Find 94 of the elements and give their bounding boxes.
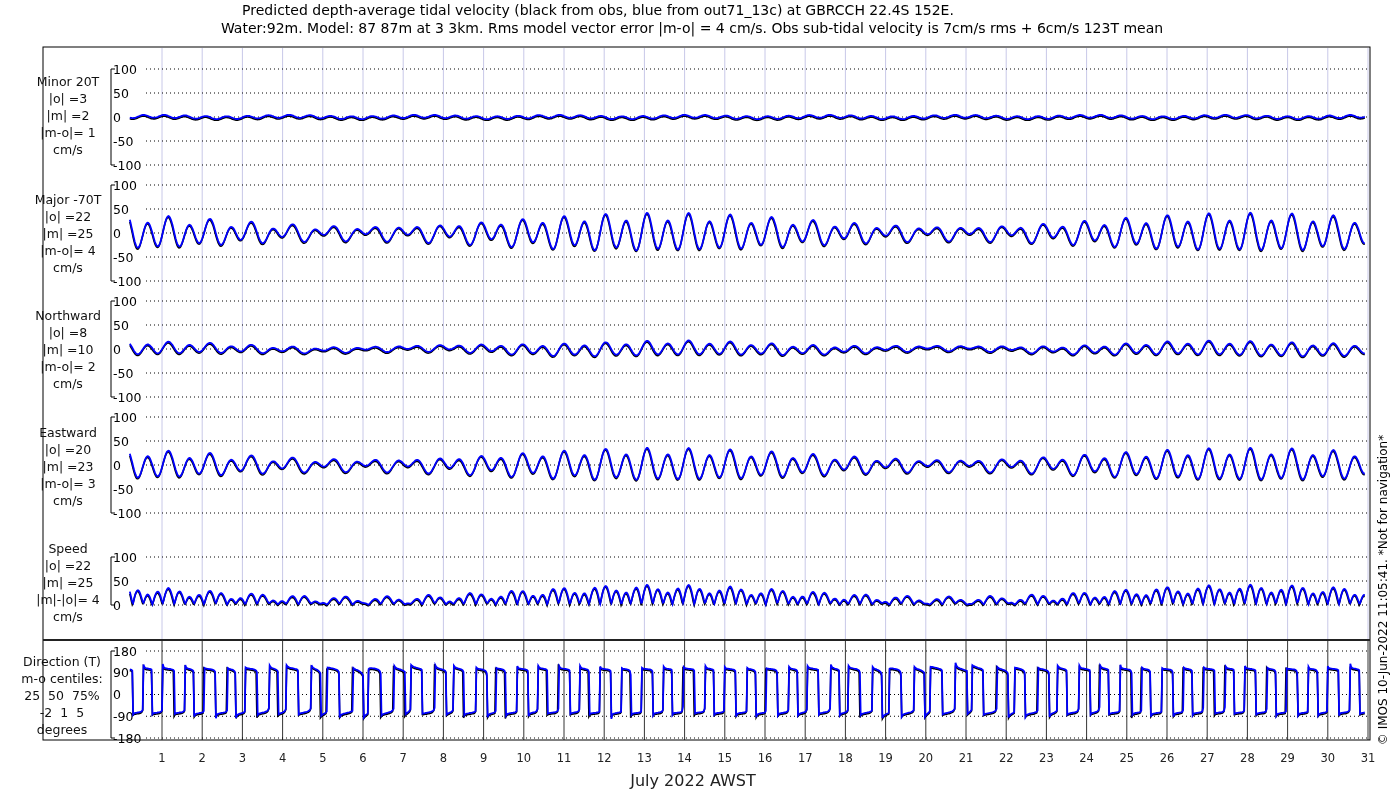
axis-label: |m-o|= 3 <box>40 476 96 491</box>
tick-label: 27 <box>1199 751 1215 765</box>
tick-label: -90 <box>113 708 134 724</box>
tick-label: -50 <box>113 249 134 265</box>
axis-label: |o| =22 <box>44 558 92 573</box>
tick-label: 90 <box>113 665 129 681</box>
axis-label: |m| =2 <box>46 108 90 123</box>
tick-label: 15 <box>717 751 733 765</box>
tick-label: 31 <box>1360 751 1376 765</box>
axis-label: |m| =25 <box>42 575 94 590</box>
tick-label: 10 <box>516 751 532 765</box>
tick-label: -180 <box>113 730 142 746</box>
tick-label: 1 <box>158 751 166 765</box>
axis-label: Eastward <box>39 425 97 440</box>
axis-label: |o| =20 <box>44 442 92 457</box>
tick-label: 3 <box>238 751 247 765</box>
axis-label: cm/s <box>53 376 83 391</box>
tick-label: 9 <box>479 751 488 765</box>
tick-label: 50 <box>113 433 129 449</box>
axis-label: cm/s <box>53 260 83 275</box>
tick-label: 50 <box>113 201 129 217</box>
tick-label: 20 <box>918 751 934 765</box>
tick-label: -100 <box>113 389 142 405</box>
tick-label: 21 <box>958 751 974 765</box>
tick-label: -100 <box>113 505 142 521</box>
tick-label: 29 <box>1280 751 1295 765</box>
chart-title: Predicted depth-average tidal velocity (black from obs, blue from out71_13c) at GBRCCH 22.4S 152E. <box>242 2 954 18</box>
tick-label: 22 <box>998 751 1014 765</box>
tick-label: 11 <box>556 751 572 765</box>
tick-label: 30 <box>1320 751 1336 765</box>
y-axis <box>110 556 116 606</box>
tick-label: 0 <box>113 597 121 613</box>
tick-label: 14 <box>677 751 692 765</box>
tick-label: 25 <box>1119 751 1135 765</box>
tick-label: 19 <box>878 751 893 765</box>
tick-label: 0 <box>113 225 121 241</box>
copyright-note: © IMOS 10-Jun-2022 11:05:41. *Not for navigation* <box>1376 434 1390 746</box>
tick-label: 17 <box>797 751 813 765</box>
tick-label: 12 <box>596 751 612 765</box>
axis-label: |o| =3 <box>48 91 88 106</box>
tick-label: -50 <box>113 481 134 497</box>
tick-label: 16 <box>757 751 773 765</box>
axis-label: Speed <box>48 541 88 556</box>
tick-label: 2 <box>198 751 206 765</box>
tick-label: 100 <box>113 293 137 309</box>
tick-label: 0 <box>113 457 121 473</box>
axis-label: 25 50 75% <box>24 688 100 703</box>
tick-label: 28 <box>1240 751 1255 765</box>
tick-label: 5 <box>319 751 327 765</box>
tick-label: -100 <box>113 157 142 173</box>
tick-label: -50 <box>113 365 134 381</box>
tick-label: 100 <box>113 177 137 193</box>
tick-label: 180 <box>113 643 137 659</box>
axis-label: cm/s <box>53 493 83 508</box>
tick-label: -50 <box>113 133 134 149</box>
tick-label: 100 <box>113 409 137 425</box>
tick-label: 50 <box>113 573 129 589</box>
axis-label: |m-o|= 4 <box>40 243 96 258</box>
chart-title: Water:92m. Model: 87 87m at 3 3km. Rms model vector error |m-o| = 4 cm/s. Obs sub-tidal velocity is 7cm/s rms + 6cm/s 123T mean <box>220 20 1164 36</box>
tick-label: 8 <box>439 751 448 765</box>
tick-label: 50 <box>113 317 129 333</box>
tick-label: 6 <box>359 751 367 765</box>
tick-label: 24 <box>1079 751 1094 765</box>
tick-label: 7 <box>399 751 407 765</box>
axis-label: cm/s <box>53 609 83 624</box>
tick-label: 26 <box>1159 751 1175 765</box>
axis-label: -2 1 5 <box>39 705 85 720</box>
axis-label: |o| =8 <box>48 325 88 340</box>
tick-label: 50 <box>113 85 129 101</box>
axis-label: degrees <box>36 722 88 737</box>
axis-label: m-o centiles: <box>21 671 103 686</box>
tick-label: 0 <box>113 109 121 125</box>
tick-label: 100 <box>113 549 137 565</box>
tick-label: 23 <box>1039 751 1054 765</box>
axis-label: |o| =22 <box>44 209 92 224</box>
tick-label: -100 <box>113 273 142 289</box>
axis-label: |m| =10 <box>42 342 94 357</box>
tick-label: 0 <box>113 341 121 357</box>
tick-label: 4 <box>278 751 287 765</box>
axis-label: |m-o|= 2 <box>40 359 96 374</box>
tick-label: 100 <box>113 61 137 77</box>
axis-label: |m| =25 <box>42 226 94 241</box>
axis-label: |m|-|o|= 4 <box>36 592 100 607</box>
axis-label: Northward <box>35 308 101 323</box>
tick-label: 18 <box>838 751 853 765</box>
axis-label: Direction (T) <box>23 654 101 669</box>
axis-label: cm/s <box>53 142 83 157</box>
x-axis-label: July 2022 AWST <box>630 771 756 790</box>
tick-label: 0 <box>113 687 121 702</box>
axis-label: Minor 20T <box>36 74 100 89</box>
tick-label: 13 <box>637 751 652 765</box>
axis-label: |m| =23 <box>42 459 94 474</box>
axis-label: Major -70T <box>34 192 102 207</box>
axis-label: |m-o|= 1 <box>40 125 96 140</box>
